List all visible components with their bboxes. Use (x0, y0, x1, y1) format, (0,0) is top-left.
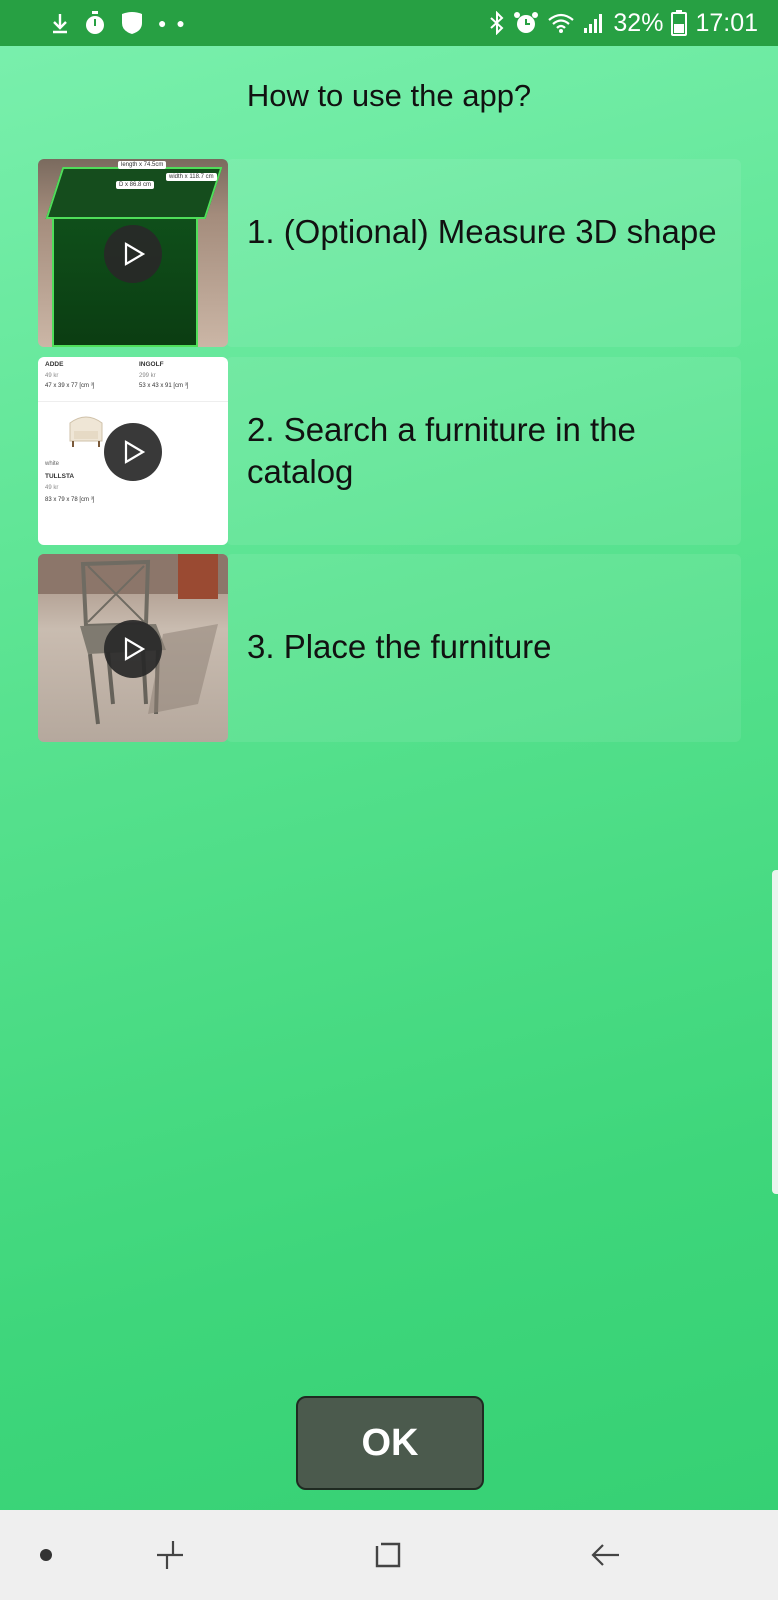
stopwatch-icon (84, 11, 106, 35)
alarm-icon (513, 11, 539, 35)
play-button[interactable] (104, 423, 162, 481)
chair-thumbnail[interactable] (38, 554, 228, 742)
recent-apps-icon[interactable] (140, 1510, 200, 1600)
step-place[interactable]: 3. Place the furniture (38, 554, 741, 742)
measure-tag-width: width x 118.7 cm (166, 173, 217, 181)
page-title: How to use the app? (246, 78, 532, 113)
step-measure[interactable]: length x 74.5cm D x 86.8 cm width x 118.… (38, 159, 741, 347)
status-right: 32% 17:01 (489, 9, 758, 38)
play-icon (124, 242, 146, 266)
back-arrow-icon[interactable] (576, 1510, 636, 1600)
battery-icon (671, 10, 688, 36)
wifi-icon (547, 12, 575, 34)
armchair-image (69, 416, 103, 447)
battery-percent: 32% (613, 8, 664, 37)
signal-icon (583, 12, 605, 34)
home-square-icon[interactable] (358, 1510, 418, 1600)
catalog-divider (38, 401, 228, 402)
catalog-thumbnail[interactable]: ADDE 49 kr 47 x 39 x 77 [cm ³] INGOLF 29… (38, 357, 228, 545)
catalog-item-size: 47 x 39 x 77 [cm ³] (45, 383, 95, 389)
clock: 17:01 (695, 8, 758, 37)
play-button[interactable] (104, 620, 162, 678)
navigation-bar (0, 1510, 778, 1600)
measure-box-thumbnail[interactable]: length x 74.5cm D x 86.8 cm width x 118.… (38, 159, 228, 347)
step-1-label: 1. (Optional) Measure 3D shape (247, 213, 717, 250)
step-3-label: 3. Place the furniture (247, 628, 552, 665)
download-icon (50, 12, 70, 34)
catalog-item-price: 299 kr (139, 373, 156, 379)
ok-button[interactable]: OK (296, 1396, 484, 1490)
catalog-item-price: 49 kr (45, 485, 59, 491)
home-dot-icon[interactable] (26, 1510, 66, 1600)
shield-icon (120, 11, 144, 35)
catalog-item-name: TULLSTA (45, 473, 75, 480)
catalog-item-color: white (45, 461, 60, 467)
catalog-item-name: ADDE (45, 361, 64, 368)
measure-tag-length: length x 74.5cm (118, 161, 167, 169)
step-search[interactable]: ADDE 49 kr 47 x 39 x 77 [cm ³] INGOLF 29… (38, 357, 741, 545)
scroll-handle[interactable] (772, 870, 778, 1194)
catalog-item-size: 53 x 43 x 91 [cm ³] (139, 383, 189, 389)
status-bar: ● ● 32% 17:01 (0, 0, 778, 46)
catalog-item-name: INGOLF (139, 361, 164, 368)
play-icon (124, 637, 146, 661)
catalog-item-size: 83 x 79 x 78 [cm ³] (45, 497, 95, 503)
more-dots-icon: ● ● (158, 15, 188, 31)
play-icon (124, 440, 146, 464)
measure-tag-depth: D x 86.8 cm (116, 181, 155, 189)
step-card-background (226, 159, 741, 347)
bluetooth-icon (489, 11, 505, 35)
play-button[interactable] (104, 225, 162, 283)
step-2-label: 2. Search a furniture in the catalog (247, 411, 636, 490)
catalog-item-price: 49 kr (45, 373, 59, 379)
status-left: ● ● (50, 11, 188, 35)
